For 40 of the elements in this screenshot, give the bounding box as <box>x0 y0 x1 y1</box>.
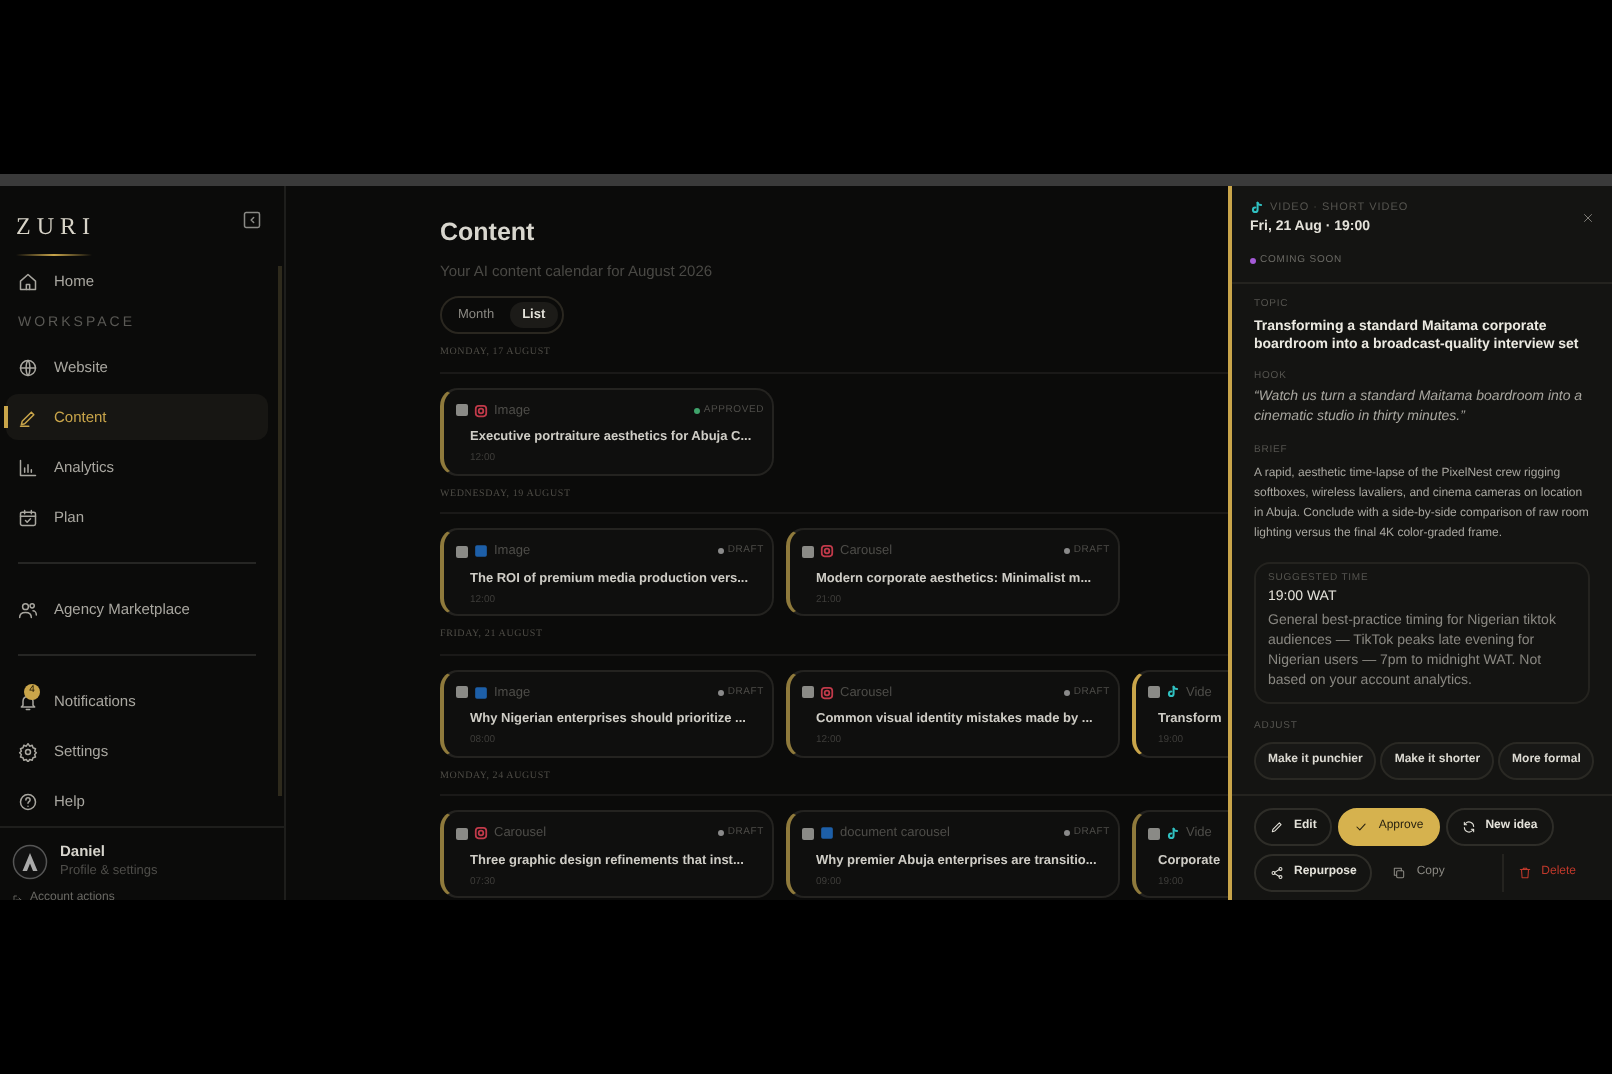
avatar-icon <box>12 843 48 879</box>
bar-chart-icon <box>18 457 38 477</box>
share-icon <box>1270 866 1284 880</box>
camera-icon <box>820 544 834 559</box>
check-icon <box>1354 820 1369 834</box>
note-icon <box>1166 825 1180 842</box>
close-icon[interactable] <box>1582 212 1594 224</box>
note-icon <box>1166 684 1180 701</box>
checkbox[interactable] <box>456 404 468 417</box>
bell-icon <box>18 691 38 711</box>
logo-underline <box>16 254 92 256</box>
home-icon <box>18 271 38 291</box>
square-icon <box>474 544 488 559</box>
people-icon <box>18 599 38 619</box>
checkbox[interactable] <box>456 545 468 558</box>
help-icon <box>18 791 38 811</box>
refresh-icon <box>1461 820 1476 834</box>
checkbox[interactable] <box>456 686 468 699</box>
logo: ZURI <box>16 210 96 244</box>
calendar-icon <box>18 507 38 527</box>
checkbox[interactable] <box>1148 827 1160 840</box>
note-icon <box>1250 200 1264 217</box>
collapse-sidebar-icon <box>242 210 262 230</box>
square-icon <box>474 685 488 700</box>
square-icon <box>820 826 834 841</box>
camera-icon <box>474 403 488 418</box>
camera-icon <box>474 826 488 841</box>
checkbox[interactable] <box>802 686 814 699</box>
checkbox[interactable] <box>456 827 468 840</box>
globe-icon <box>18 357 38 377</box>
checkbox[interactable] <box>802 545 814 558</box>
checkbox[interactable] <box>1148 686 1160 699</box>
checkbox[interactable] <box>802 827 814 840</box>
page-title: Content <box>440 216 537 250</box>
trash-icon <box>1517 866 1532 880</box>
copy-icon <box>1392 866 1407 880</box>
camera-icon <box>820 685 834 700</box>
pencil-icon <box>18 407 38 427</box>
gear-icon <box>18 741 38 761</box>
pencil-icon <box>1270 820 1284 834</box>
